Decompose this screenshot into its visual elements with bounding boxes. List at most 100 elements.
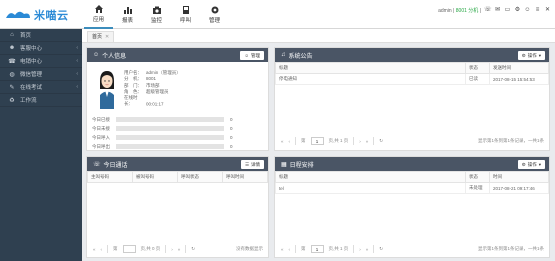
prev-page-icon[interactable]: ‹ (289, 139, 291, 144)
page-input[interactable]: 1 (310, 245, 324, 253)
chevron-left-icon: ‹ (76, 58, 78, 64)
calendar-icon: ▦ (281, 161, 287, 168)
tab-home[interactable]: 首页 ✕ (87, 31, 115, 42)
nav-label: 监控 (150, 18, 162, 24)
panel-header: ▦ 日程安排 ⚙ 操作 ▾ (275, 157, 549, 171)
table-header-row: 主叫号码 被叫号码 呼叫状态 呼叫时间 (87, 171, 268, 183)
user-status: admin | 8001 分机 | (438, 7, 481, 14)
nav-call[interactable]: 呼叫 (171, 0, 200, 29)
notice-table: 标题 状态 发送时间 停电通知 已读 2017-08-15 15:54:53 (275, 62, 549, 85)
schedule-panel: ▦ 日程安排 ⚙ 操作 ▾ 标题 状态 时间 tel 未处理 2017-08-2… (274, 156, 550, 258)
page-input[interactable]: 1 (310, 137, 324, 145)
user-info-list: 用户名： admin（管理员） 分 机： 8001 部 门： 市场部 角 色： 超级管理… (124, 70, 181, 108)
refresh-icon[interactable]: ↻ (379, 246, 383, 252)
column-header[interactable]: 时间 (489, 171, 549, 183)
page-input[interactable] (122, 245, 136, 253)
table-row[interactable]: tel 未处理 2017-08-21 09:17:46 (275, 182, 549, 194)
button-label: 管理 (251, 52, 260, 58)
prev-page-icon[interactable]: ‹ (289, 247, 291, 252)
logo-text: 米喵云 (34, 10, 69, 22)
nav-manage[interactable]: 管理 (200, 0, 229, 29)
headset-icon[interactable]: ☏ (484, 7, 492, 14)
home-icon (94, 5, 103, 13)
column-header[interactable]: 呼叫状态 (177, 171, 223, 183)
phone-icon: ☏ (93, 161, 101, 168)
logo[interactable]: 米喵云 (4, 7, 69, 23)
sidebar-item-wechat[interactable]: ◍ 微信管理 ‹ (0, 68, 82, 81)
users-icon: ☻ (8, 45, 16, 51)
bar-chart-icon (123, 7, 132, 14)
table-row[interactable]: 停电通知 已读 2017-08-15 15:54:53 (275, 73, 549, 85)
operate-button[interactable]: ⚙ 操作 ▾ (517, 160, 545, 169)
next-page-icon[interactable]: › (359, 139, 361, 144)
column-header[interactable]: 标题 (275, 62, 466, 74)
column-header[interactable]: 被叫号码 (132, 171, 178, 183)
user-icon: ☺ (93, 52, 100, 58)
sidebar-item-label: 首页 (20, 33, 32, 39)
column-header[interactable]: 状态 (465, 62, 490, 74)
refresh-icon[interactable]: ↻ (379, 138, 383, 144)
sidebar-item-exam[interactable]: ✎ 在线考试 ‹ (0, 81, 82, 94)
gear-icon: ⚙ (521, 52, 526, 58)
user-icon[interactable]: ☺ (524, 7, 531, 14)
avatar (100, 71, 114, 109)
last-page-icon[interactable]: » (366, 247, 369, 252)
menu-icon[interactable]: ≡ (534, 7, 541, 14)
sidebar-item-label: 工作流 (20, 98, 37, 104)
chat-icon[interactable]: ✉ (494, 7, 501, 14)
phone-icon: ☎ (8, 58, 16, 65)
chevron-left-icon: ‹ (76, 84, 78, 90)
panel-title: 个人信息 (102, 53, 127, 60)
workflow-icon: ♻ (9, 97, 15, 104)
pager: « ‹ 第 页,共 0 页 › » ↻ 没有数据显示 (87, 243, 268, 255)
sidebar: ⌂ 首页 ☻ 客服中心 ‹ ☎ 电销中心 ‹ ◍ 微信管理 ‹ ✎ 在线考试 ‹… (0, 29, 82, 261)
settings-icon[interactable]: ⚙ (514, 7, 521, 14)
sidebar-item-home[interactable]: ⌂ 首页 (0, 29, 82, 42)
close-icon[interactable]: ✕ (544, 7, 551, 14)
sidebar-item-telesales[interactable]: ☎ 电销中心 ‹ (0, 55, 82, 68)
detail-button[interactable]: ☰ 详情 (240, 160, 264, 169)
next-page-icon[interactable]: › (359, 247, 361, 252)
sidebar-item-label: 在线考试 (20, 85, 43, 91)
nav-app[interactable]: 应用 (84, 0, 113, 29)
next-page-icon[interactable]: › (171, 247, 173, 252)
nav-report[interactable]: 报表 (113, 0, 142, 29)
today-calls-panel: ☏ 今日通话 ☰ 详情 主叫号码 被叫号码 呼叫状态 呼叫时间 « ‹ 第 页,… (86, 156, 269, 258)
column-header[interactable]: 呼叫时间 (222, 171, 268, 183)
home-icon: ⌂ (10, 32, 14, 38)
column-header[interactable]: 主叫号码 (87, 171, 133, 183)
top-nav: 应用 报表 监控 呼叫 管理 (84, 0, 229, 29)
pager-info: 没有数据显示 (236, 246, 263, 251)
stat-row: 今日呼出 0 (92, 143, 233, 149)
prev-page-icon[interactable]: ‹ (101, 247, 103, 252)
column-header[interactable]: 状态 (465, 171, 490, 183)
nav-label: 管理 (208, 18, 220, 24)
last-page-icon[interactable]: » (178, 247, 181, 252)
last-page-icon[interactable]: » (366, 139, 369, 144)
nav-monitor[interactable]: 监控 (142, 0, 171, 29)
operate-button[interactable]: ⚙ 操作 ▾ (517, 51, 545, 60)
notice-panel: ♫ 系统公告 ⚙ 操作 ▾ 标题 状态 发送时间 停电通知 已读 2017-08… (274, 47, 550, 151)
column-header[interactable]: 发送时间 (489, 62, 549, 74)
personal-info-panel: ☺ 个人信息 ☺ 管理 用户名： admin（管理员） 分 机： 8001 部 门：… (86, 47, 269, 151)
status-divider: | (479, 8, 481, 14)
close-icon[interactable]: ✕ (105, 32, 109, 42)
progress-bar (116, 117, 224, 122)
nav-label: 呼叫 (179, 18, 191, 24)
first-page-icon[interactable]: « (281, 247, 284, 252)
sidebar-item-workflow[interactable]: ♻ 工作流 (0, 94, 82, 107)
table-header-row: 标题 状态 发送时间 (275, 62, 549, 74)
sidebar-item-service[interactable]: ☻ 客服中心 ‹ (0, 42, 82, 55)
first-page-icon[interactable]: « (93, 247, 96, 252)
user-icon: ☺ (244, 53, 249, 58)
phone-icon (182, 6, 189, 14)
progress-bar (116, 126, 224, 131)
user-name: admin | (438, 8, 455, 14)
stat-row: 今日已接 0 (92, 116, 233, 122)
message-icon[interactable]: ▭ (504, 7, 511, 14)
manage-button[interactable]: ☺ 管理 (240, 51, 264, 60)
column-header[interactable]: 标题 (275, 171, 466, 183)
refresh-icon[interactable]: ↻ (191, 246, 195, 252)
info-row: 在线时长： 00:01:17 (124, 95, 164, 107)
first-page-icon[interactable]: « (281, 139, 284, 144)
